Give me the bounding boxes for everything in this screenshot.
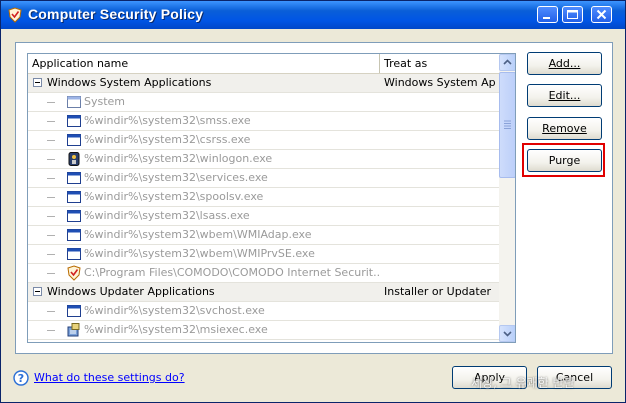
application-name: Windows System Applications <box>47 76 212 89</box>
table-row[interactable]: %windir%\system32\wbem\WMIAdap.exe <box>28 226 499 245</box>
application-name: System <box>84 95 126 108</box>
app-window-icon <box>67 248 81 260</box>
scroll-up-button[interactable] <box>499 54 515 71</box>
treat-as-value: Installer or Updater <box>384 285 492 298</box>
table-row[interactable]: %windir%\system32\wbem\WMIPrvSE.exe <box>28 245 499 264</box>
table-row[interactable]: %windir%\system32\services.exe <box>28 169 499 188</box>
arrow-down-icon <box>503 331 512 337</box>
application-name: %windir%\system32\smss.exe <box>84 114 251 127</box>
app-window-icon <box>67 229 81 241</box>
group-row[interactable]: Windows System Applications Windows Syste… <box>28 74 499 93</box>
table-row[interactable]: %windir%\system32\lsass.exe <box>28 207 499 226</box>
edit-button[interactable]: Edit... <box>527 84 602 107</box>
close-icon <box>596 9 607 20</box>
scroll-down-button[interactable] <box>499 325 515 342</box>
application-name: %windir%\system32\wbem\WMIAdap.exe <box>84 228 312 241</box>
tree-connector <box>47 216 55 217</box>
add-button-label: Add... <box>548 57 581 70</box>
purge-highlight-box <box>522 143 605 177</box>
winlogon-icon <box>68 152 80 166</box>
application-name: %windir%\system32\winlogon.exe <box>84 152 273 165</box>
group-row[interactable]: Windows Updater Applications Installer or… <box>28 283 499 302</box>
comodo-shield-icon <box>67 265 81 281</box>
help-icon[interactable]: ? <box>13 370 29 386</box>
application-name: %windir%\system32\msiexec.exe <box>84 323 268 336</box>
application-name: %windir%\system32\services.exe <box>84 171 268 184</box>
watermark-text: 세상, 그 유쾌한 반란 <box>471 376 575 390</box>
application-name: %windir%\system32\lsass.exe <box>84 209 250 222</box>
comodo-shield-icon <box>8 7 22 23</box>
app-window-icon <box>67 210 81 222</box>
svg-text:?: ? <box>18 372 24 385</box>
window-title: Computer Security Policy <box>28 6 204 22</box>
table-row[interactable]: System <box>28 93 499 112</box>
arrow-up-icon <box>503 59 512 65</box>
tree-connector <box>47 235 55 236</box>
column-header-application-name[interactable]: Application name <box>28 54 380 73</box>
app-window-icon <box>67 115 81 127</box>
tree-connector <box>47 254 55 255</box>
grip-icon <box>504 120 511 129</box>
application-name: C:\Program Files\COMODO\COMODO Internet … <box>84 266 380 279</box>
table-row[interactable]: %windir%\system32\msiexec.exe <box>28 321 499 340</box>
app-window-icon <box>67 305 81 317</box>
tree-connector <box>47 330 55 331</box>
table-row[interactable]: %windir%\system32\csrss.exe <box>28 131 499 150</box>
table-row[interactable]: %windir%\system32\spoolsv.exe <box>28 188 499 207</box>
table-row[interactable]: %windir%\system32\svchost.exe <box>28 302 499 321</box>
remove-button-label: Remove <box>542 122 587 135</box>
maximize-button[interactable] <box>562 6 583 23</box>
table-row[interactable]: %windir%\system32\winlogon.exe <box>28 150 499 169</box>
app-window-icon <box>67 134 81 146</box>
tree-connector <box>47 140 55 141</box>
tree-connector <box>47 197 55 198</box>
tree-connector <box>47 311 55 312</box>
application-name: %windir%\system32\wbem\WMIPrvSE.exe <box>84 247 315 260</box>
minimize-button[interactable] <box>537 6 558 23</box>
list-rows: Windows System Applications Windows Syste… <box>28 74 499 340</box>
close-button[interactable] <box>591 6 612 23</box>
list-header: Application name Treat as <box>28 54 499 74</box>
scroll-thumb[interactable] <box>499 72 515 178</box>
application-name: %windir%\system32\csrss.exe <box>84 133 251 146</box>
app-window-icon <box>67 172 81 184</box>
security-policy-window: Computer Security Policy Application nam… <box>0 0 626 403</box>
minimize-icon <box>543 17 550 19</box>
tree-connector <box>47 273 55 274</box>
tree-connector <box>47 102 55 103</box>
tree-connector <box>47 121 55 122</box>
tree-connector <box>47 178 55 179</box>
tree-connector <box>47 159 55 160</box>
collapse-icon[interactable] <box>33 287 42 296</box>
system-window-icon <box>67 96 81 108</box>
collapse-icon[interactable] <box>33 78 42 87</box>
vertical-scrollbar[interactable] <box>499 54 515 342</box>
application-list[interactable]: Application name Treat as Windows System… <box>27 53 516 343</box>
table-row[interactable]: C:\Program Files\COMODO\COMODO Internet … <box>28 264 499 283</box>
maximize-icon <box>567 10 578 19</box>
edit-button-label: Edit... <box>548 89 581 102</box>
help-link[interactable]: What do these settings do? <box>34 371 185 384</box>
add-button[interactable]: Add... <box>527 52 602 75</box>
column-header-treat-as[interactable]: Treat as <box>380 54 499 73</box>
treat-as-value: Windows System Ap... <box>384 76 496 89</box>
installer-icon <box>67 323 80 337</box>
table-row[interactable]: %windir%\system32\smss.exe <box>28 112 499 131</box>
app-window-icon <box>67 191 81 203</box>
remove-button[interactable]: Remove <box>527 117 602 140</box>
title-bar[interactable]: Computer Security Policy <box>1 1 625 29</box>
application-name: %windir%\system32\svchost.exe <box>84 304 265 317</box>
application-name: Windows Updater Applications <box>47 285 215 298</box>
application-name: %windir%\system32\spoolsv.exe <box>84 190 264 203</box>
